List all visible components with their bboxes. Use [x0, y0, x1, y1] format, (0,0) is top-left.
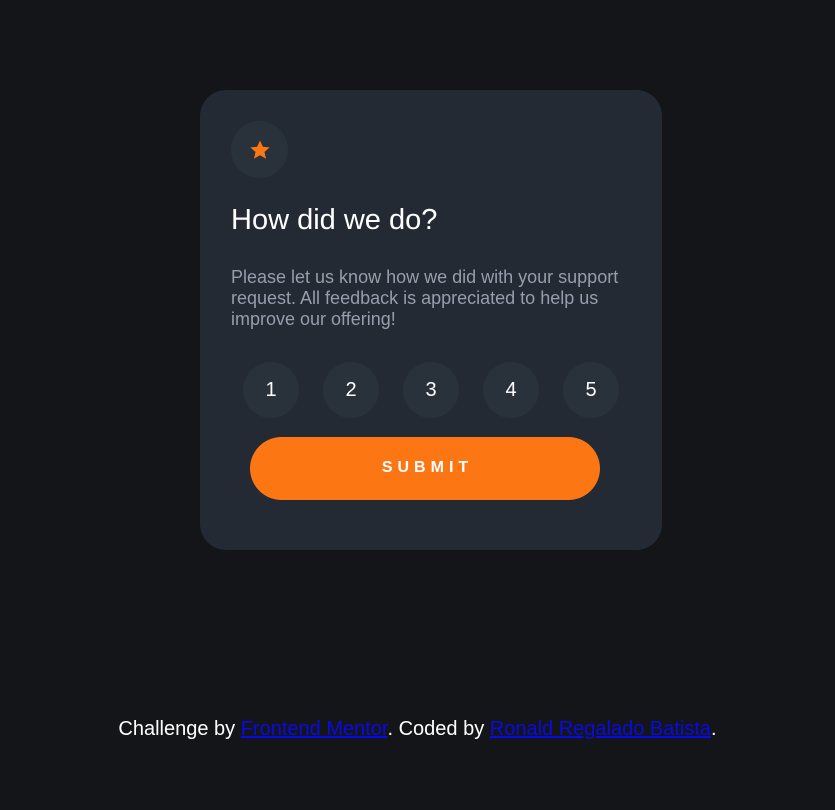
- card-title: How did we do?: [231, 204, 438, 236]
- page: How did we do? Please let us know how we…: [0, 0, 835, 810]
- frontend-mentor-link[interactable]: Frontend Mentor: [241, 718, 388, 740]
- card-description: Please let us know how we did with your …: [231, 267, 619, 329]
- rating-button-5[interactable]: 5: [563, 362, 619, 418]
- author-link[interactable]: Ronald Regalado Batista: [490, 718, 711, 740]
- star-icon: [249, 139, 270, 159]
- attribution-suffix: .: [711, 718, 717, 740]
- attribution-middle: . Coded by: [387, 718, 490, 740]
- rating-button-1[interactable]: 1: [243, 362, 299, 418]
- rating-button-2[interactable]: 2: [323, 362, 379, 418]
- submit-button[interactable]: SUBMIT: [250, 437, 600, 500]
- rating-card: How did we do? Please let us know how we…: [200, 90, 662, 550]
- rating-button-4[interactable]: 4: [483, 362, 539, 418]
- star-badge: [231, 121, 288, 178]
- attribution: Challenge by Frontend Mentor. Coded by R…: [0, 716, 835, 742]
- rating-options: 1 2 3 4 5: [243, 362, 619, 418]
- attribution-prefix: Challenge by: [118, 718, 241, 740]
- rating-button-3[interactable]: 3: [403, 362, 459, 418]
